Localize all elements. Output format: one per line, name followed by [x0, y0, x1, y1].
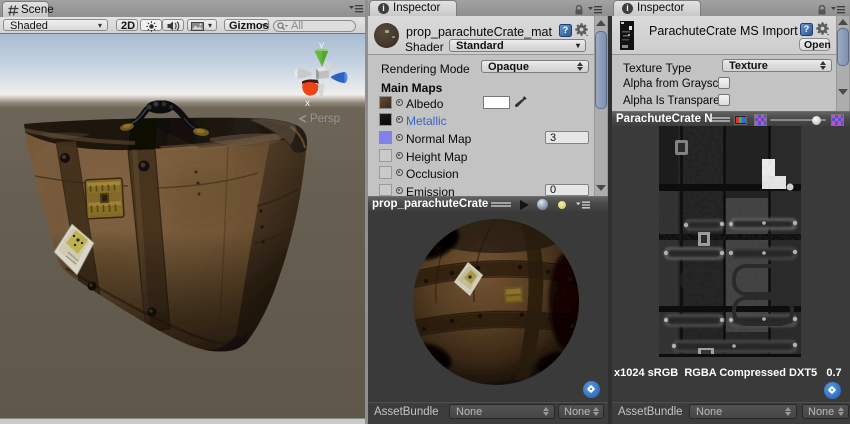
svg-text:x: x — [305, 98, 310, 109]
svg-text:Persp: Persp — [310, 113, 340, 125]
